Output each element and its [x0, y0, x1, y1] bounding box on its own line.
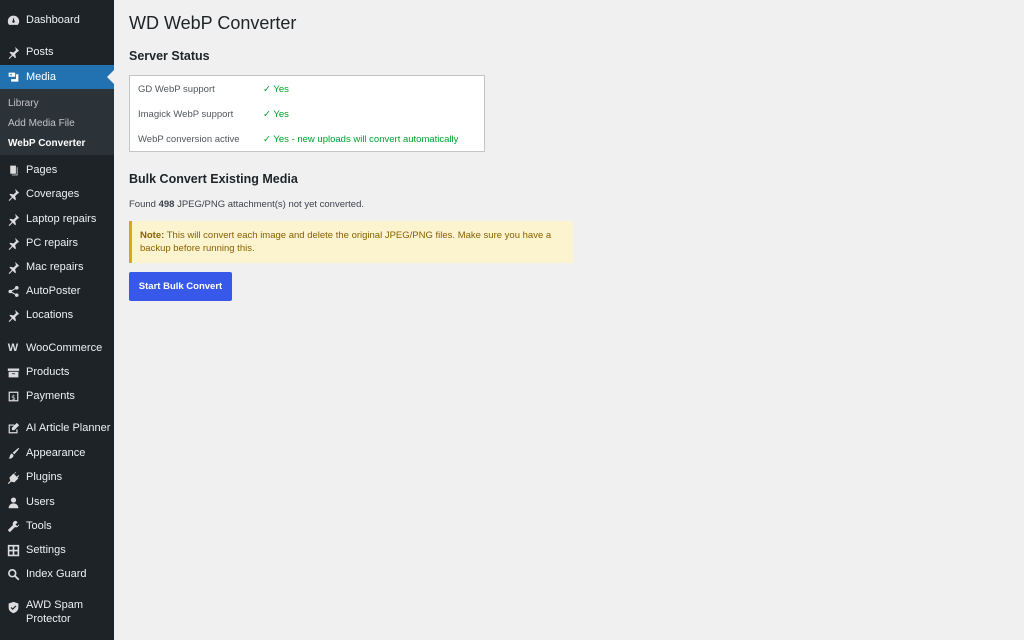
brush-icon: [6, 446, 20, 460]
sidebar-item-label: Pages: [26, 164, 58, 176]
sidebar-item-label: Coverages: [26, 188, 80, 200]
user-icon: [6, 495, 20, 509]
shield-icon: [6, 600, 20, 614]
sidebar-item-label: Dashboard: [26, 14, 80, 26]
page-title: WD WebP Converter: [129, 13, 297, 33]
sidebar-item-ai-article-planner[interactable]: AI Article Planner: [0, 419, 114, 437]
dashboard-icon: [6, 13, 20, 27]
sidebar-item-label: Locations: [26, 309, 74, 321]
server-status-heading: Server Status: [129, 49, 210, 63]
sidebar-item-plugins[interactable]: Plugins: [0, 468, 114, 486]
status-row-gd: GD WebP support ✓ Yes: [138, 84, 289, 95]
sidebar-item-tools[interactable]: Tools: [0, 517, 114, 535]
plugin-icon: [6, 470, 20, 484]
sidebar-item-label: PC repairs: [26, 237, 78, 249]
status-value: ✓ Yes: [263, 109, 289, 120]
settings-icon: [6, 543, 20, 557]
dollar-icon: $: [6, 389, 20, 403]
sidebar-item-label: AWD Spam Protector: [26, 599, 84, 625]
wrench-icon: [6, 519, 20, 533]
sidebar-item-label: Posts: [26, 46, 54, 58]
archive-icon: [6, 365, 20, 379]
status-label: WebP conversion active: [138, 134, 240, 145]
sidebar-item-payments[interactable]: $ Payments: [0, 387, 114, 405]
sidebar-item-settings[interactable]: Settings: [0, 541, 114, 559]
sidebar-item-dashboard[interactable]: Dashboard: [0, 11, 114, 29]
pin-icon: [6, 212, 20, 226]
sidebar-item-pc-repairs[interactable]: PC repairs: [0, 234, 114, 252]
pin-icon: [6, 308, 20, 322]
media-submenu: Library Add Media File WebP Converter: [0, 89, 114, 155]
sidebar-item-pages[interactable]: Pages: [0, 161, 114, 179]
status-value: ✓ Yes - new uploads will convert automat…: [263, 134, 459, 145]
sidebar-item-label: WooCommerce: [26, 342, 103, 354]
submenu-item-library[interactable]: Library: [0, 94, 39, 114]
sidebar-item-products[interactable]: Products: [0, 363, 114, 381]
edit-icon: [6, 421, 20, 435]
sidebar-item-woocommerce[interactable]: W WooCommerce: [0, 339, 114, 357]
pin-icon: [6, 45, 20, 59]
sidebar-item-label: Laptop repairs: [26, 213, 97, 225]
sidebar-item-users[interactable]: Users: [0, 493, 114, 511]
sidebar-item-autoposter[interactable]: AutoPoster: [0, 282, 114, 300]
status-value: ✓ Yes: [263, 84, 289, 95]
status-label: GD WebP support: [138, 84, 215, 95]
sidebar-item-label: Mac repairs: [26, 261, 84, 273]
search-icon: [6, 567, 20, 581]
found-count: 498: [158, 199, 175, 210]
pin-icon: [6, 260, 20, 274]
sidebar-item-label: Products: [26, 366, 70, 378]
sidebar-item-appearance[interactable]: Appearance: [0, 444, 114, 462]
sidebar-item-label: Media: [26, 71, 56, 83]
sidebar-item-label: Appearance: [26, 447, 86, 459]
media-icon: [6, 70, 20, 84]
sidebar-item-label: Plugins: [26, 471, 63, 483]
found-suffix: JPEG/PNG attachment(s) not yet converted…: [174, 199, 364, 210]
status-row-conversion-active: WebP conversion active ✓ Yes - new uploa…: [138, 134, 458, 145]
svg-text:$: $: [11, 392, 16, 401]
start-bulk-convert-button[interactable]: Start Bulk Convert: [129, 272, 232, 301]
found-prefix: Found: [129, 199, 159, 210]
sidebar-item-coverages[interactable]: Coverages: [0, 185, 114, 203]
sidebar-item-label: AI Article Planner: [26, 422, 111, 434]
sidebar-item-label: Settings: [26, 544, 66, 556]
sidebar-item-media[interactable]: Media: [0, 65, 114, 89]
sidebar-item-label: Tools: [26, 520, 52, 532]
sidebar-item-index-guard[interactable]: Index Guard: [0, 565, 114, 583]
sidebar-item-posts[interactable]: Posts: [0, 43, 114, 61]
woo-icon: W: [7, 342, 19, 354]
bulk-convert-heading: Bulk Convert Existing Media: [129, 172, 298, 186]
sidebar-item-locations[interactable]: Locations: [0, 306, 114, 324]
admin-sidebar: Dashboard Posts Media Library Add Media …: [0, 0, 114, 640]
warning-notice: Note: This will convert each image and d…: [129, 221, 573, 263]
found-count-text: Found 498 JPEG/PNG attachment(s) not yet…: [129, 199, 364, 210]
sidebar-item-label: Payments: [26, 390, 75, 402]
notice-label: Note:: [140, 230, 165, 241]
sidebar-item-label: AutoPoster: [26, 285, 81, 297]
sidebar-item-awd-spam-protector[interactable]: AWD Spam Protector: [0, 598, 114, 628]
status-row-imagick: Imagick WebP support ✓ Yes: [138, 109, 289, 120]
submenu-item-webp-converter[interactable]: WebP Converter: [0, 134, 85, 154]
sidebar-item-label: Index Guard: [26, 568, 87, 580]
notice-text: This will convert each image and delete …: [140, 230, 552, 254]
sidebar-item-mac-repairs[interactable]: Mac repairs: [0, 258, 114, 276]
sidebar-item-label: Users: [26, 496, 55, 508]
submenu-item-add-media-file[interactable]: Add Media File: [0, 114, 75, 134]
pin-icon: [6, 187, 20, 201]
status-label: Imagick WebP support: [138, 109, 234, 120]
share-icon: [6, 284, 20, 298]
pin-icon: [6, 236, 20, 250]
pages-icon: [6, 163, 20, 177]
server-status-table: GD WebP support ✓ Yes Imagick WebP suppo…: [129, 75, 485, 152]
sidebar-item-laptop-repairs[interactable]: Laptop repairs: [0, 210, 114, 228]
